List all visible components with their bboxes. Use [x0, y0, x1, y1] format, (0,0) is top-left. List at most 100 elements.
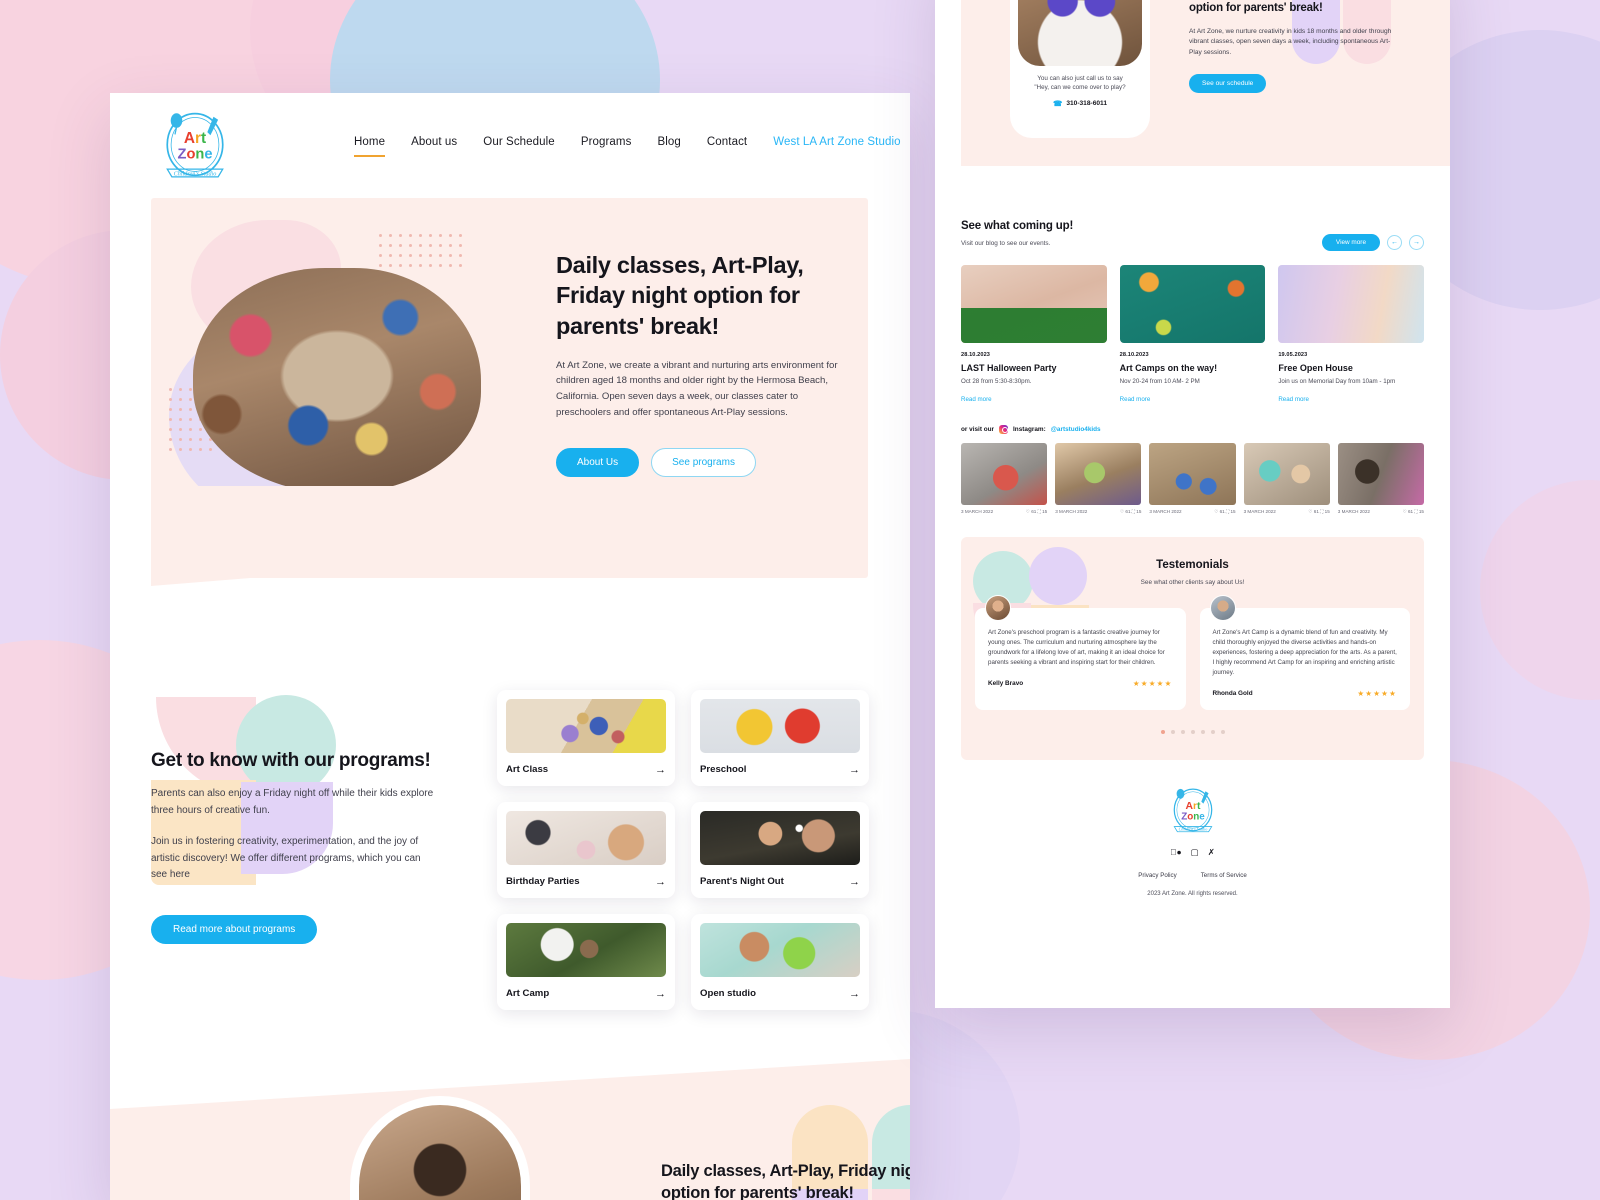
arrow-right-icon[interactable]: →: [849, 764, 860, 776]
phone-number-row[interactable]: ☎ 310-318-6011: [1018, 99, 1142, 108]
schedule-hero-section: You can also just call us to say "Hey, c…: [935, 0, 1450, 220]
call-us-title: Daily classes, Art-Play, Friday night op…: [661, 1162, 910, 1200]
nav-item-our-schedule[interactable]: Our Schedule: [483, 136, 555, 157]
programs-section: Get to know with our programs! Parents c…: [110, 690, 910, 1010]
program-card-art-camp[interactable]: Art Camp →: [497, 914, 675, 1010]
nav-item-blog[interactable]: Blog: [657, 136, 680, 157]
svg-text:Zone: Zone: [178, 146, 213, 162]
instagram-post[interactable]: 3 MARCH 2022 ♡ 61 ⛶ 15: [1055, 442, 1142, 515]
arrow-right-icon[interactable]: →: [849, 988, 860, 1000]
testimonial-text: Art Zone's Art Camp is a dynamic blend o…: [1212, 628, 1397, 676]
main-navigation[interactable]: Home About us Our Schedule Programs Blog…: [354, 136, 901, 157]
instagram-post-stats: ♡ 61 ⛶ 15: [1308, 508, 1330, 514]
about-us-button[interactable]: About Us: [556, 448, 640, 478]
copyright-text: 2023 Art Zone. All rights reserved.: [1147, 890, 1238, 897]
call-us-photo-card: You can also just call us to say "Hey, c…: [1010, 0, 1150, 138]
event-read-more-link[interactable]: Read more: [1278, 396, 1424, 403]
photo-kid-painted-hands: [1018, 0, 1142, 66]
instagram-post[interactable]: 3 MARCH 2022 ♡ 61 ⛶ 15: [1149, 442, 1236, 515]
call-us-caption: You can also just call us to say "Hey, c…: [1018, 74, 1142, 93]
event-card-halloween[interactable]: 28.10.2023 LAST Halloween Party Oct 28 f…: [961, 265, 1107, 403]
svg-text:Zone: Zone: [1181, 811, 1205, 822]
x-icon[interactable]: ✗: [1208, 847, 1215, 858]
instagram-post-date: 3 MARCH 2022: [1243, 508, 1276, 514]
instagram-grid: 3 MARCH 2022 ♡ 61 ⛶ 15 3 MARCH 2022 ♡ 61…: [961, 442, 1424, 515]
view-more-button[interactable]: View more: [1321, 234, 1380, 251]
programs-card-grid: Art Class → Preschool → Birthday Parties…: [497, 690, 869, 1010]
see-programs-button[interactable]: See programs: [651, 448, 756, 478]
schedule-hero-description: At Art Zone, we nurture creativity in ki…: [1189, 27, 1392, 56]
instagram-icon[interactable]: ▢: [1191, 847, 1199, 858]
program-thumbnail: [700, 923, 860, 977]
carousel-next-icon[interactable]: →: [1409, 235, 1424, 250]
events-title: See what coming up!: [961, 220, 1074, 232]
testimonial-blob-lilac: [1029, 546, 1087, 605]
carousel-prev-icon[interactable]: ←: [1387, 235, 1402, 250]
instagram-post-date: 3 MARCH 2022: [961, 508, 994, 514]
hero-dot-grid-top: [379, 234, 462, 267]
program-card-parents-night-out[interactable]: Parent's Night Out →: [691, 802, 869, 898]
instagram-post-stats: ♡ 61 ⛶ 15: [1025, 508, 1048, 514]
privacy-policy-link[interactable]: Privacy Policy: [1138, 872, 1177, 879]
programs-paragraph-1: Parents can also enjoy a Friday night of…: [151, 788, 434, 816]
instagram-post[interactable]: 3 MARCH 2022 ♡ 61 ⛶ 15: [1337, 442, 1424, 515]
program-card-preschool[interactable]: Preschool →: [691, 690, 869, 786]
event-date: 19.05.2023: [1278, 352, 1308, 358]
nav-item-programs[interactable]: Programs: [581, 136, 632, 157]
instagram-photo: [961, 442, 1048, 505]
instagram-post[interactable]: 3 MARCH 2022 ♡ 61 ⛶ 15: [1243, 442, 1330, 515]
read-more-about-programs-button[interactable]: Read more about programs: [151, 914, 318, 944]
arrow-right-icon[interactable]: →: [849, 876, 860, 888]
instagram-icon: [999, 424, 1009, 434]
programs-paragraph-2: Join us in fostering creativity, experim…: [151, 836, 421, 880]
event-title: Art Camps on the way!: [1119, 363, 1218, 373]
hero-description: At Art Zone, we create a vibrant and nur…: [556, 359, 838, 418]
testimonial-card: Art Zone's Art Camp is a dynamic blend o…: [1199, 594, 1410, 710]
event-read-more-link[interactable]: Read more: [1120, 396, 1266, 403]
art-zone-logo[interactable]: Art Zone Children's Studio: [156, 109, 234, 183]
instagram-handle-link[interactable]: @artstudio4kids: [1051, 426, 1101, 433]
terms-of-service-link[interactable]: Terms of Service: [1201, 872, 1247, 879]
nav-item-home[interactable]: Home: [354, 136, 386, 157]
instagram-post-date: 3 MARCH 2022: [1149, 508, 1182, 514]
nav-item-contact[interactable]: Contact: [707, 136, 747, 157]
event-card-open-house[interactable]: 19.05.2023 Free Open House Join us on Me…: [1278, 265, 1424, 403]
testimonials-title: Testemonials: [1156, 558, 1229, 571]
arrow-right-icon[interactable]: →: [655, 988, 666, 1000]
events-subtitle: Visit our blog to see our events.: [961, 240, 1051, 247]
program-thumbnail: [700, 699, 860, 753]
phone-icon: ☎: [1052, 98, 1063, 108]
testimonial-pagination-dots[interactable]: [961, 729, 1424, 734]
event-read-more-link[interactable]: Read more: [961, 396, 1107, 403]
instagram-photo: [1337, 442, 1424, 505]
event-description: Nov 20-24 from 10 AM- 2 PM: [1119, 378, 1200, 385]
footer-logo[interactable]: Art Zone Children's Studio: [1167, 786, 1219, 836]
program-thumbnail: [506, 699, 666, 753]
rating-stars: ★★★★★: [1357, 688, 1397, 698]
call-us-photo-card: [350, 1096, 530, 1200]
program-card-open-studio[interactable]: Open studio →: [691, 914, 869, 1010]
testimonial-author: Rhonda Gold: [1212, 689, 1253, 697]
program-thumbnail: [700, 811, 860, 865]
phone-number[interactable]: 310-318-6011: [1066, 100, 1107, 107]
footer-legal-links: Privacy Policy Terms of Service: [935, 872, 1450, 879]
hero-buttons: About Us See programs: [556, 448, 846, 478]
programs-title: Get to know with our programs!: [151, 750, 431, 771]
program-card-art-class[interactable]: Art Class →: [497, 690, 675, 786]
svg-text:Art: Art: [184, 130, 206, 147]
event-card-art-camps[interactable]: 28.10.2023 Art Camps on the way! Nov 20-…: [1119, 265, 1266, 403]
arrow-right-icon[interactable]: →: [655, 876, 666, 888]
avatar: [1209, 594, 1236, 621]
program-card-birthday-parties[interactable]: Birthday Parties →: [497, 802, 675, 898]
facebook-icon[interactable]: ●: [1170, 847, 1182, 858]
nav-item-about-us[interactable]: About us: [411, 136, 457, 157]
event-date: 28.10.2023: [1119, 352, 1149, 358]
program-name: Preschool: [700, 764, 747, 775]
nav-item-west-la-studio[interactable]: West LA Art Zone Studio: [773, 136, 900, 157]
instagram-post[interactable]: 3 MARCH 2022 ♡ 61 ⛶ 15: [961, 442, 1048, 515]
see-our-schedule-button[interactable]: See our schedule: [1189, 73, 1267, 93]
arrow-right-icon[interactable]: →: [655, 764, 666, 776]
testimonial-text: Art Zone's preschool program is a fantas…: [988, 628, 1165, 666]
events-section: See what coming up! Visit our blog to se…: [935, 220, 1450, 403]
program-name: Birthday Parties: [506, 876, 580, 887]
